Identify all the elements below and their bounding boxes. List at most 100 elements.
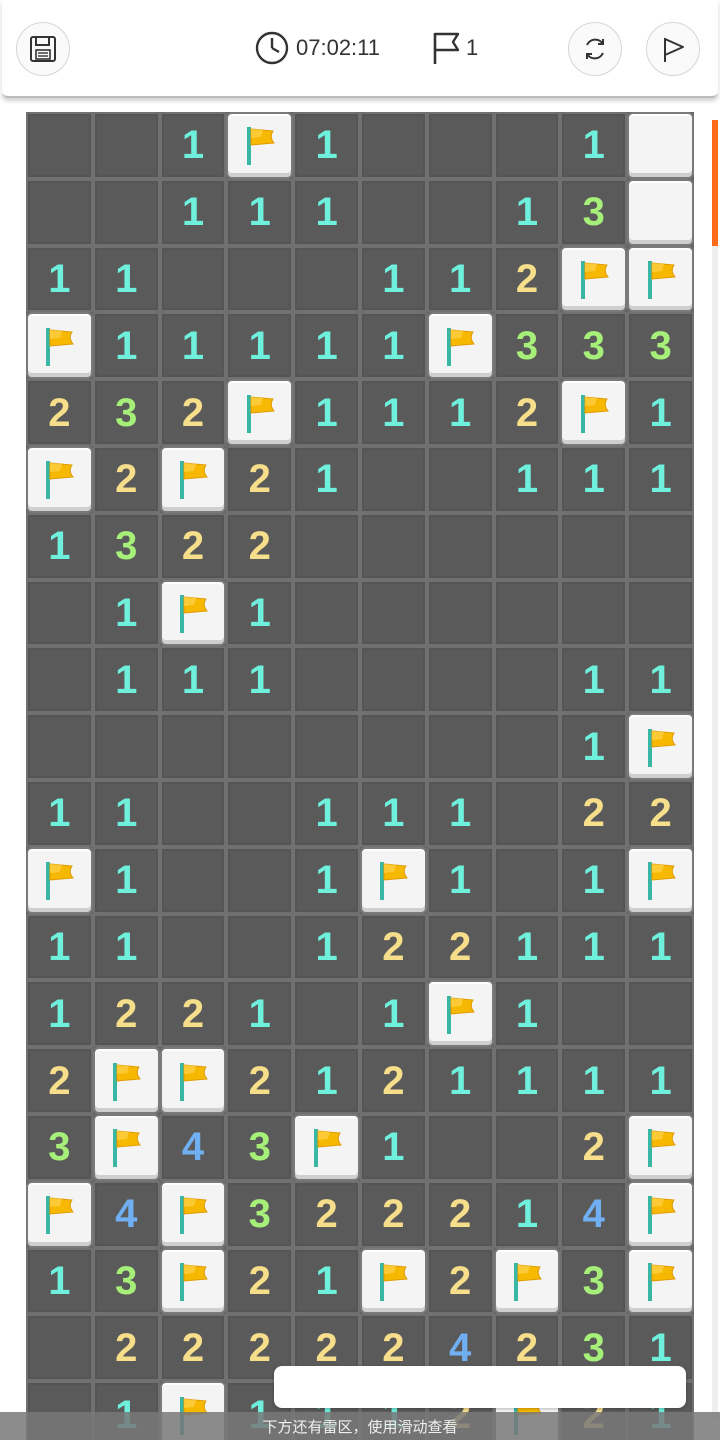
cell-number[interactable]: 4 — [159, 1113, 227, 1181]
cell-empty[interactable] — [26, 646, 93, 714]
cell-number[interactable]: 3 — [92, 1247, 160, 1315]
cell-flagged[interactable] — [226, 379, 294, 446]
cell-empty[interactable] — [293, 579, 360, 647]
cell-empty[interactable] — [359, 112, 427, 179]
cell-number[interactable]: 1 — [627, 646, 694, 714]
cell-number[interactable]: 3 — [92, 512, 160, 580]
cell-number[interactable]: 1 — [293, 312, 360, 380]
finish-flag-button[interactable] — [646, 22, 700, 76]
cell-number[interactable]: 2 — [26, 379, 93, 446]
cell-number[interactable]: 1 — [293, 379, 360, 446]
cell-number[interactable]: 3 — [92, 379, 160, 446]
cell-number[interactable]: 2 — [493, 245, 561, 313]
cell-number[interactable]: 1 — [493, 1047, 561, 1114]
cell-number[interactable]: 1 — [92, 913, 160, 981]
cell-number[interactable]: 1 — [226, 178, 294, 246]
cell-number[interactable]: 1 — [560, 913, 628, 981]
cell-flagged[interactable] — [26, 445, 93, 513]
cell-number[interactable]: 1 — [159, 112, 227, 179]
cell-number[interactable]: 2 — [26, 1047, 93, 1114]
cell-flagged[interactable] — [627, 1113, 694, 1181]
cell-number[interactable]: 1 — [293, 1047, 360, 1114]
cell-number[interactable]: 3 — [560, 312, 628, 380]
cell-empty[interactable] — [26, 713, 93, 780]
cell-empty[interactable] — [493, 646, 561, 714]
cell-number[interactable]: 2 — [627, 779, 694, 847]
cell-number[interactable]: 3 — [560, 178, 628, 246]
cell-empty[interactable] — [627, 579, 694, 647]
cell-empty[interactable] — [293, 646, 360, 714]
cell-number[interactable]: 1 — [560, 112, 628, 179]
cell-number[interactable]: 1 — [426, 846, 494, 914]
cell-number[interactable]: 2 — [560, 1113, 628, 1181]
cell-empty[interactable] — [159, 913, 227, 981]
cell-flagged[interactable] — [560, 379, 628, 446]
cell-empty[interactable] — [159, 245, 227, 313]
cell-number[interactable]: 1 — [359, 980, 427, 1048]
cell-empty[interactable] — [293, 980, 360, 1048]
cell-flagged[interactable] — [159, 1247, 227, 1315]
cell-number[interactable]: 1 — [426, 1047, 494, 1114]
cell-number[interactable]: 1 — [92, 312, 160, 380]
cell-empty[interactable] — [493, 512, 561, 580]
cell-empty[interactable] — [26, 1314, 93, 1382]
cell-empty[interactable] — [493, 713, 561, 780]
cell-flagged[interactable] — [26, 846, 93, 914]
cell-number[interactable]: 2 — [293, 1180, 360, 1248]
cell-flagged[interactable] — [293, 1113, 360, 1181]
cell-empty[interactable] — [293, 713, 360, 780]
cell-empty[interactable] — [560, 512, 628, 580]
cell-number[interactable]: 2 — [226, 445, 294, 513]
cell-number[interactable]: 4 — [92, 1180, 160, 1248]
cell-flagged[interactable] — [26, 312, 93, 380]
cell-number[interactable]: 1 — [560, 646, 628, 714]
cell-empty[interactable] — [293, 245, 360, 313]
cell-empty[interactable] — [426, 646, 494, 714]
cell-empty[interactable] — [359, 646, 427, 714]
cell-flagged[interactable] — [159, 579, 227, 647]
scrollbar[interactable] — [712, 120, 718, 1420]
cell-empty[interactable] — [226, 913, 294, 981]
cell-number[interactable]: 1 — [560, 1047, 628, 1114]
cell-number[interactable]: 1 — [293, 779, 360, 847]
cell-number[interactable]: 1 — [26, 913, 93, 981]
cell-empty[interactable] — [426, 713, 494, 780]
cell-empty[interactable] — [493, 779, 561, 847]
cell-number[interactable]: 1 — [627, 1047, 694, 1114]
cell-number[interactable]: 2 — [426, 1180, 494, 1248]
cell-empty[interactable] — [426, 512, 494, 580]
cell-flagged[interactable] — [627, 245, 694, 313]
cell-number[interactable]: 2 — [226, 1247, 294, 1315]
cell-number[interactable]: 1 — [493, 1180, 561, 1248]
cell-flagged[interactable] — [159, 1180, 227, 1248]
cell-number[interactable]: 2 — [92, 445, 160, 513]
cell-flagged[interactable] — [627, 846, 694, 914]
cell-number[interactable]: 1 — [159, 312, 227, 380]
cell-empty[interactable] — [159, 846, 227, 914]
cell-empty[interactable] — [426, 112, 494, 179]
cell-empty[interactable] — [627, 512, 694, 580]
cell-empty[interactable] — [26, 178, 93, 246]
cell-empty[interactable] — [493, 112, 561, 179]
cell-number[interactable]: 2 — [493, 379, 561, 446]
cell-number[interactable]: 1 — [426, 379, 494, 446]
cell-number[interactable]: 1 — [92, 646, 160, 714]
cell-number[interactable]: 1 — [226, 980, 294, 1048]
cell-number[interactable]: 2 — [159, 379, 227, 446]
cell-number[interactable]: 1 — [26, 1247, 93, 1315]
cell-number[interactable]: 1 — [293, 445, 360, 513]
cell-number[interactable]: 1 — [359, 779, 427, 847]
cell-number[interactable]: 2 — [159, 980, 227, 1048]
cell-number[interactable]: 1 — [92, 779, 160, 847]
cell-flagged[interactable] — [560, 245, 628, 313]
cell-empty[interactable] — [426, 579, 494, 647]
cell-number[interactable]: 1 — [26, 512, 93, 580]
cell-unrevealed[interactable] — [627, 178, 694, 246]
cell-number[interactable]: 1 — [426, 245, 494, 313]
cell-number[interactable]: 1 — [26, 980, 93, 1048]
cell-number[interactable]: 1 — [226, 579, 294, 647]
cell-number[interactable]: 2 — [226, 512, 294, 580]
cell-number[interactable]: 1 — [359, 1113, 427, 1181]
cell-flagged[interactable] — [226, 112, 294, 179]
cell-number[interactable]: 2 — [426, 1247, 494, 1315]
